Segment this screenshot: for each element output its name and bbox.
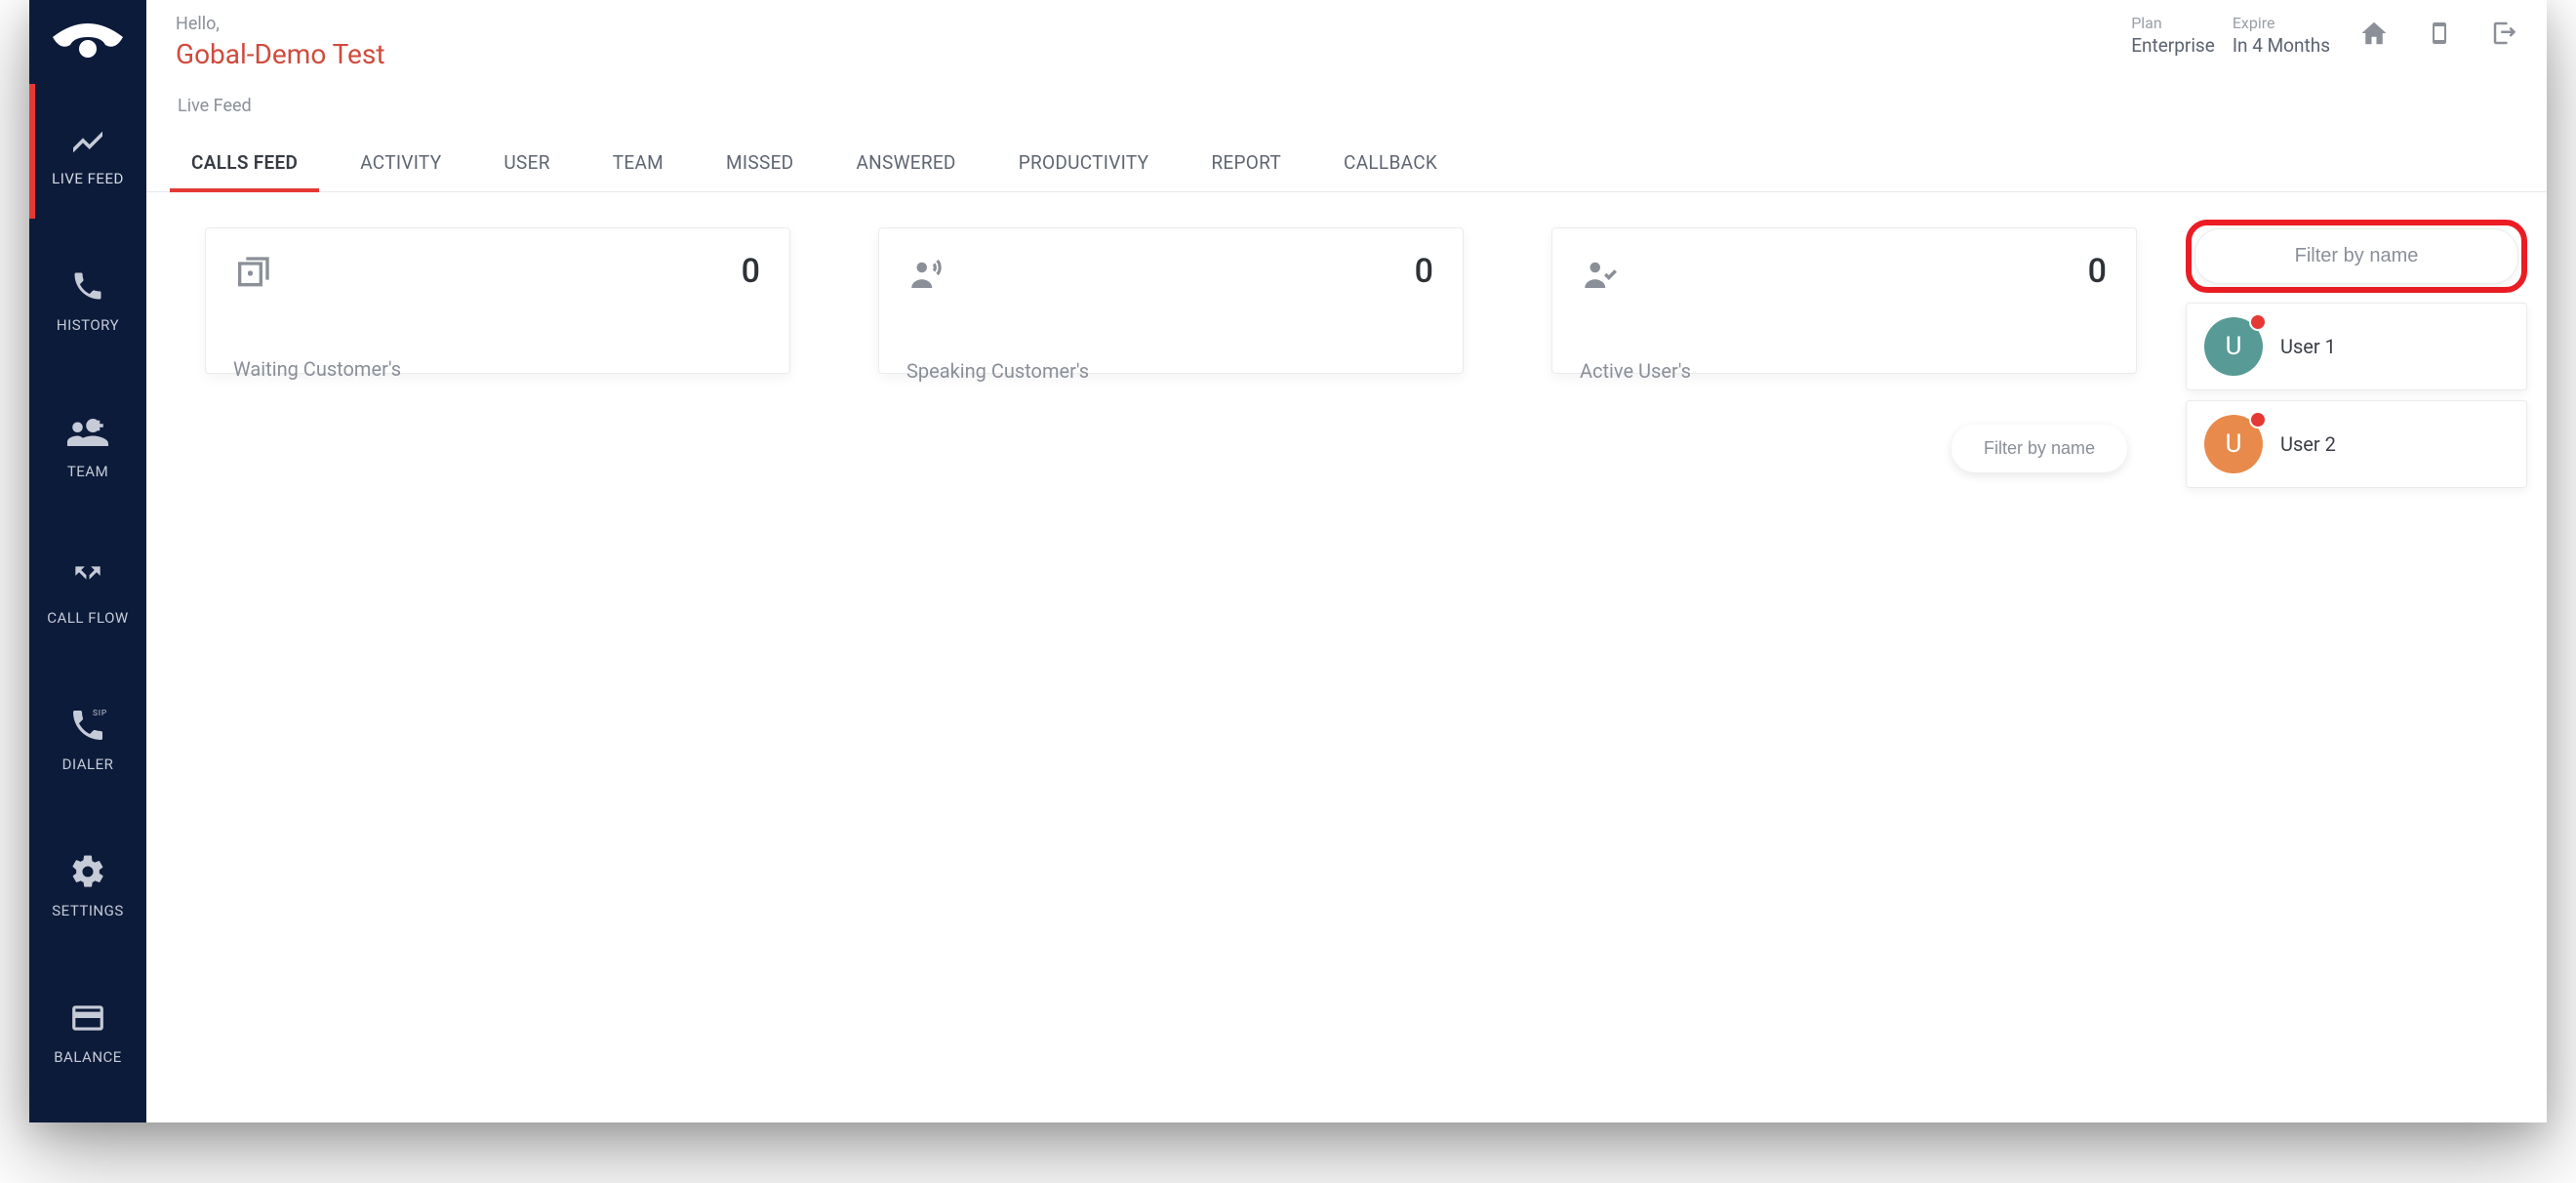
speaking-user-icon: [906, 280, 947, 299]
sidebar-item-label: CALL FLOW: [47, 609, 128, 627]
sidebar-item-label: BALANCE: [54, 1048, 122, 1066]
user-list-item[interactable]: U User 1: [2186, 303, 2527, 390]
card-value: 0: [2088, 252, 2107, 291]
queue-add-icon: [233, 278, 272, 297]
status-dot-icon: [2249, 313, 2267, 331]
sidebar-item-settings[interactable]: SETTINGS: [29, 810, 146, 957]
team-add-icon: [67, 408, 108, 457]
status-dot-icon: [2249, 411, 2267, 428]
inline-filter: [1952, 425, 2127, 472]
credit-card-icon: [69, 994, 106, 1042]
home-icon[interactable]: [2359, 19, 2389, 52]
user-list-item[interactable]: U User 2: [2186, 400, 2527, 488]
svg-text:SIP: SIP: [93, 709, 107, 718]
plan-value: Enterprise: [2131, 34, 2215, 57]
tab-answered[interactable]: ANSWERED: [825, 134, 986, 191]
card-label: Speaking Customer's: [906, 359, 1435, 383]
tab-user[interactable]: USER: [472, 134, 581, 191]
filter-input-inline[interactable]: [1952, 425, 2127, 472]
card-label: Active User's: [1580, 359, 2109, 383]
tab-callback[interactable]: CALLBACK: [1312, 134, 1469, 191]
tab-report[interactable]: REPORT: [1180, 134, 1312, 191]
plan-label: Plan: [2131, 14, 2162, 32]
gear-icon: [69, 847, 106, 896]
account-name: Gobal-Demo Test: [176, 38, 385, 70]
tab-bar: CALLS FEED ACTIVITY USER TEAM MISSED ANS…: [146, 134, 2547, 192]
avatar: U: [2204, 415, 2263, 473]
card-value: 0: [742, 252, 760, 291]
card-value: 0: [1415, 252, 1433, 291]
sidebar: LIVE FEED HISTORY TEAM CALL FLOW: [29, 0, 146, 1122]
cards-zone: 0 Waiting Customer's 0 Speaking Customer…: [205, 227, 2156, 1122]
sidebar-item-label: TEAM: [67, 463, 108, 480]
app-frame: LIVE FEED HISTORY TEAM CALL FLOW: [29, 0, 2547, 1122]
sidebar-item-dialer[interactable]: SIP DIALER: [29, 664, 146, 810]
breadcrumb: Live Feed: [146, 70, 2547, 116]
user-check-icon: [1580, 280, 1621, 299]
tab-team[interactable]: TEAM: [582, 134, 695, 191]
header: Hello, Gobal-Demo Test Plan Enterprise E…: [146, 0, 2547, 70]
phone-icon: [70, 262, 105, 310]
logout-icon[interactable]: [2490, 19, 2519, 52]
expire-label: Expire: [2233, 14, 2275, 32]
line-chart-icon: [68, 115, 107, 164]
sidebar-item-label: HISTORY: [57, 316, 119, 334]
header-right: Plan Enterprise Expire In 4 Months: [2131, 14, 2519, 57]
user-name-label: User 2: [2280, 432, 2336, 456]
sidebar-item-history[interactable]: HISTORY: [29, 224, 146, 371]
app-logo: [29, 0, 146, 78]
tab-activity[interactable]: ACTIVITY: [329, 134, 472, 191]
card-speaking-customers: 0 Speaking Customer's: [878, 227, 1464, 374]
card-label: Waiting Customer's: [233, 357, 762, 381]
highlighted-filter-box: [2186, 220, 2527, 293]
sidebar-item-balance[interactable]: BALANCE: [29, 957, 146, 1103]
card-active-users: 0 Active User's: [1551, 227, 2137, 374]
tab-calls-feed[interactable]: CALLS FEED: [160, 134, 329, 191]
sidebar-item-live-feed[interactable]: LIVE FEED: [29, 78, 146, 224]
users-panel: U User 1 U User 2: [2186, 220, 2527, 1122]
greeting-block: Hello, Gobal-Demo Test: [176, 14, 385, 70]
filter-input-panel[interactable]: [2194, 228, 2518, 284]
content-area: 0 Waiting Customer's 0 Speaking Customer…: [146, 192, 2547, 1122]
sidebar-item-label: LIVE FEED: [52, 170, 124, 187]
sidebar-item-team[interactable]: TEAM: [29, 371, 146, 517]
avatar-initial: U: [2226, 429, 2242, 459]
greeting-text: Hello,: [176, 14, 385, 34]
sidebar-item-label: DIALER: [62, 755, 114, 773]
phone-logo-icon: [47, 16, 129, 62]
user-name-label: User 1: [2280, 335, 2336, 358]
avatar: U: [2204, 317, 2263, 376]
tab-productivity[interactable]: PRODUCTIVITY: [987, 134, 1181, 191]
avatar-initial: U: [2226, 332, 2242, 361]
call-split-icon: [69, 554, 106, 603]
expire-value: In 4 Months: [2233, 34, 2330, 57]
tab-missed[interactable]: MISSED: [695, 134, 825, 191]
plan-info: Plan Enterprise Expire In 4 Months: [2131, 14, 2330, 57]
sidebar-item-call-flow[interactable]: CALL FLOW: [29, 517, 146, 664]
main-area: Hello, Gobal-Demo Test Plan Enterprise E…: [146, 0, 2547, 1122]
card-waiting-customers: 0 Waiting Customer's: [205, 227, 790, 374]
sip-phone-icon: SIP: [68, 701, 107, 750]
sidebar-item-label: SETTINGS: [52, 902, 124, 919]
mobile-icon[interactable]: [2428, 18, 2451, 53]
